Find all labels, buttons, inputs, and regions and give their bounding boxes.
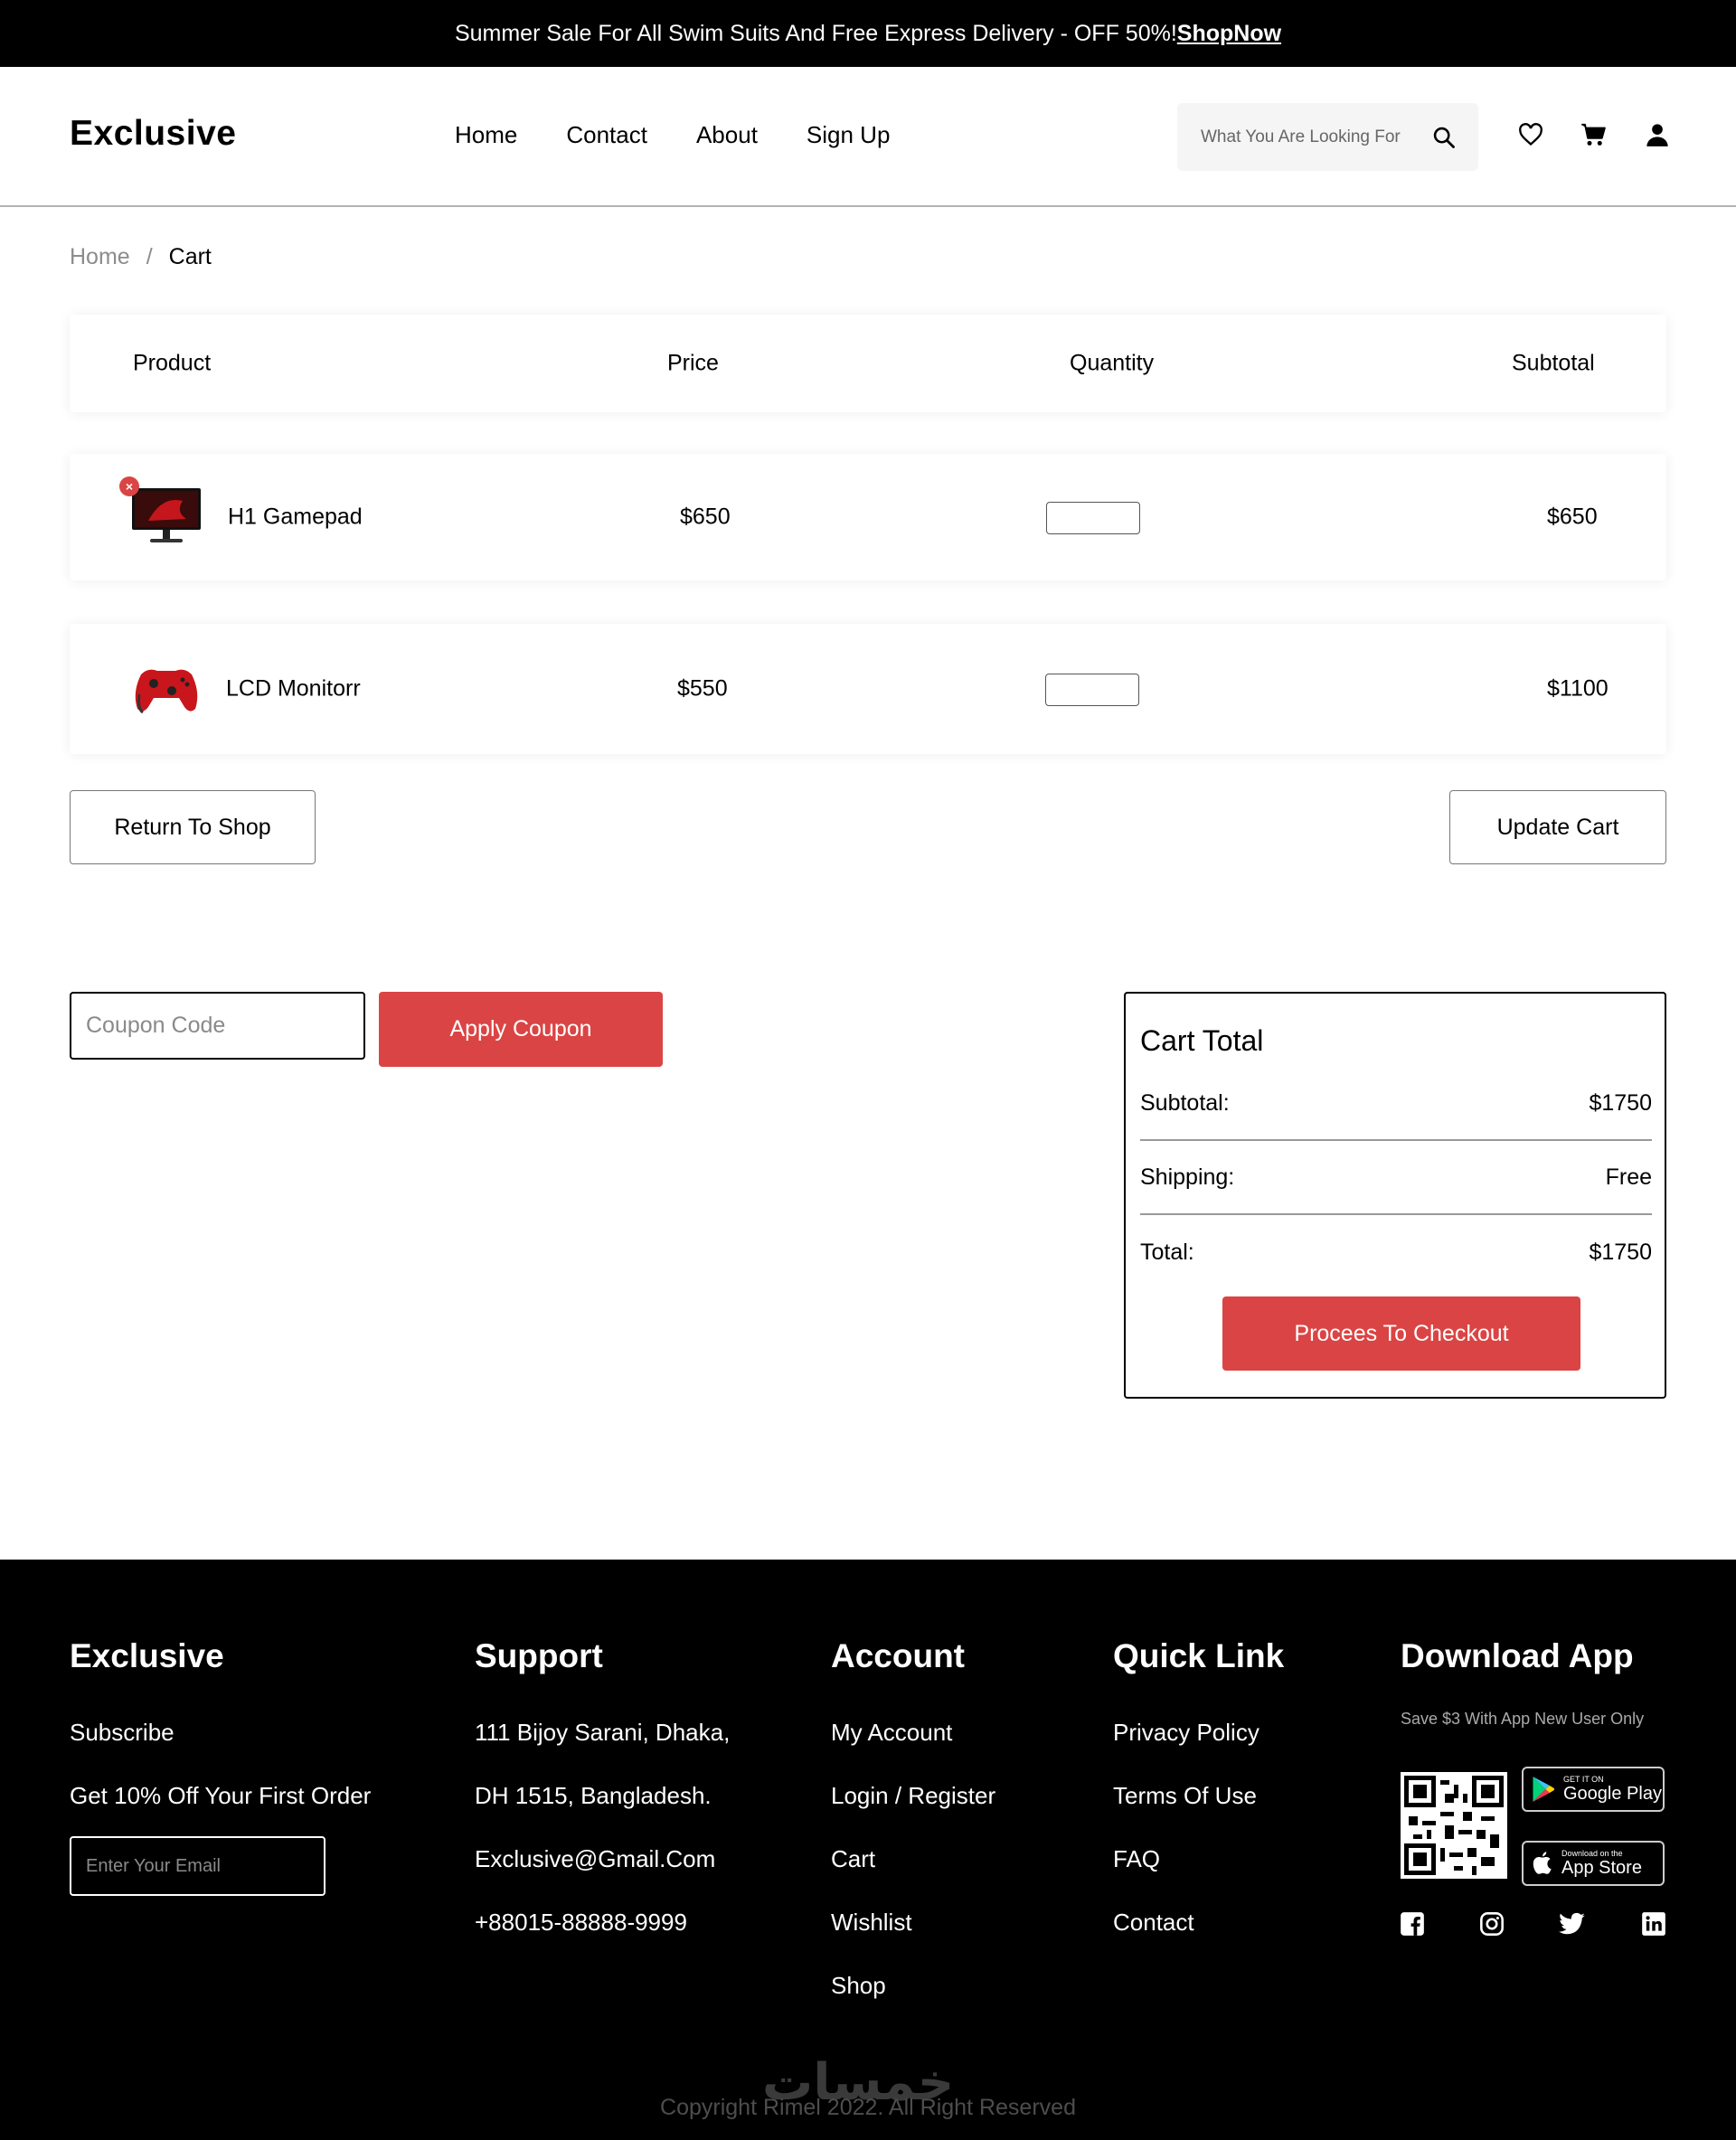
breadcrumb: Home / Cart [70,244,212,270]
product-subtotal: $1100 [1547,675,1609,702]
return-to-shop-button[interactable]: Return To Shop [70,790,316,864]
nav-home[interactable]: Home [455,121,517,149]
product-name: LCD Monitorr [226,675,361,702]
total-label: Total: [1140,1239,1194,1265]
linkedin-icon[interactable] [1640,1910,1667,1937]
download-note: Save $3 With App New User Only [1401,1710,1645,1728]
remove-item-button[interactable]: × [119,476,139,496]
footer-link-terms[interactable]: Terms Of Use [1113,1782,1284,1845]
cart-row: × H1 Gamepad $650 $650 [70,454,1666,580]
footer-support-column: Support 111 Bijoy Sarani, Dhaka, DH 1515… [475,1637,730,1972]
google-play-small: GET IT ON [1563,1775,1604,1784]
app-store-small: Download on the [1561,1849,1623,1858]
nav-contact[interactable]: Contact [566,121,647,149]
product-price: $550 [677,675,728,702]
apply-coupon-button[interactable]: Apply Coupon [379,992,663,1067]
cart-total-box: Cart Total Subtotal: $1750 Shipping: Fre… [1124,992,1666,1399]
column-product: Product [133,350,212,376]
nav-sign-up[interactable]: Sign Up [807,121,891,149]
footer-subscribe: Subscribe [70,1719,175,1746]
footer-link-privacy[interactable]: Privacy Policy [1113,1719,1284,1782]
support-phone[interactable]: +88015-88888-9999 [475,1909,730,1972]
breadcrumb-home[interactable]: Home [70,244,130,270]
footer-link-cart[interactable]: Cart [831,1845,995,1909]
top-banner: Summer Sale For All Swim Suits And Free … [0,0,1736,67]
product-name: H1 Gamepad [228,504,363,530]
total-row: Total: $1750 [1140,1215,1652,1289]
update-cart-button[interactable]: Update Cart [1449,790,1666,864]
footer-support-title: Support [475,1637,603,1674]
footer-account-title: Account [831,1637,965,1674]
cart-icon[interactable] [1576,117,1612,153]
support-address-line1: 111 Bijoy Sarani, Dhaka, [475,1719,731,1746]
breadcrumb-separator: / [146,244,153,269]
total-value: $1750 [1589,1239,1652,1265]
shipping-value: Free [1605,1164,1652,1190]
search-icon[interactable] [1431,125,1457,150]
gamepad-image [130,656,203,720]
main-nav: Home Contact About Sign Up [455,121,890,149]
user-icon[interactable] [1639,117,1675,153]
search-input[interactable] [1201,127,1431,147]
app-store-big: App Store [1561,1858,1642,1878]
subtotal-value: $1750 [1589,1089,1652,1116]
shipping-label: Shipping: [1140,1164,1235,1190]
copyright: Copyright Rimel 2022. All Right Reserved [660,2095,1076,2120]
footer-brand-column: Exclusive Subscribe Get 10% Off Your Fir… [70,1637,371,1845]
support-email[interactable]: Exclusive@Gmail.Com [475,1845,730,1909]
coupon-input[interactable] [70,992,365,1060]
product-price: $650 [680,504,731,530]
email-field[interactable] [70,1836,326,1896]
qr-code [1401,1772,1507,1879]
footer: Exclusive Subscribe Get 10% Off Your Fir… [0,1560,1736,2140]
subtotal-label: Subtotal: [1140,1089,1230,1116]
cart-row: LCD Monitorr $550 $1100 [70,624,1666,754]
column-subtotal: Subtotal [1512,350,1595,376]
app-store-button[interactable]: Download on the App Store [1522,1841,1665,1886]
subtotal-row: Subtotal: $1750 [1140,1067,1652,1141]
monitor-image [130,485,203,548]
header: Exclusive Home Contact About Sign Up [0,67,1736,207]
apple-icon [1533,1852,1552,1874]
facebook-icon[interactable] [1399,1910,1426,1937]
google-play-big: Google Play [1563,1784,1662,1804]
shipping-row: Shipping: Free [1140,1141,1652,1215]
footer-download-column: Download App Save $3 With App New User O… [1401,1637,1644,1729]
footer-link-contact[interactable]: Contact [1113,1909,1284,1972]
breadcrumb-current: Cart [168,244,212,269]
banner-text: Summer Sale For All Swim Suits And Free … [454,20,1177,46]
shop-now-link[interactable]: ShopNow [1177,21,1281,47]
quantity-input[interactable] [1046,502,1140,534]
cart-total-title: Cart Total [1140,1024,1264,1057]
column-price: Price [667,350,719,376]
product-subtotal: $650 [1547,504,1598,530]
logo[interactable]: Exclusive [70,114,236,154]
footer-quick-link-column: Quick Link Privacy Policy Terms Of Use F… [1113,1637,1284,1972]
nav-about[interactable]: About [696,121,758,149]
heart-icon[interactable] [1513,117,1549,153]
cart-table-header: Product Price Quantity Subtotal [70,315,1666,412]
footer-brand-title: Exclusive [70,1637,224,1674]
twitter-icon[interactable] [1559,1910,1586,1937]
footer-link-wishlist[interactable]: Wishlist [831,1909,995,1972]
checkout-button[interactable]: Procees To Checkout [1222,1296,1580,1371]
footer-quick-link-title: Quick Link [1113,1637,1285,1674]
column-quantity: Quantity [1070,350,1155,376]
footer-link-faq[interactable]: FAQ [1113,1845,1284,1909]
quantity-input[interactable] [1045,674,1139,706]
footer-link-shop[interactable]: Shop [831,1972,995,2035]
support-address-line2: DH 1515, Bangladesh. [475,1782,712,1809]
footer-link-my-account[interactable]: My Account [831,1719,995,1782]
google-play-icon [1533,1777,1555,1802]
search-box [1177,103,1478,171]
instagram-icon[interactable] [1478,1910,1505,1937]
footer-download-title: Download App [1401,1637,1634,1674]
footer-account-column: Account My Account Login / Register Cart… [831,1637,995,2035]
footer-link-login-register[interactable]: Login / Register [831,1782,995,1845]
google-play-button[interactable]: GET IT ON Google Play [1522,1767,1665,1812]
